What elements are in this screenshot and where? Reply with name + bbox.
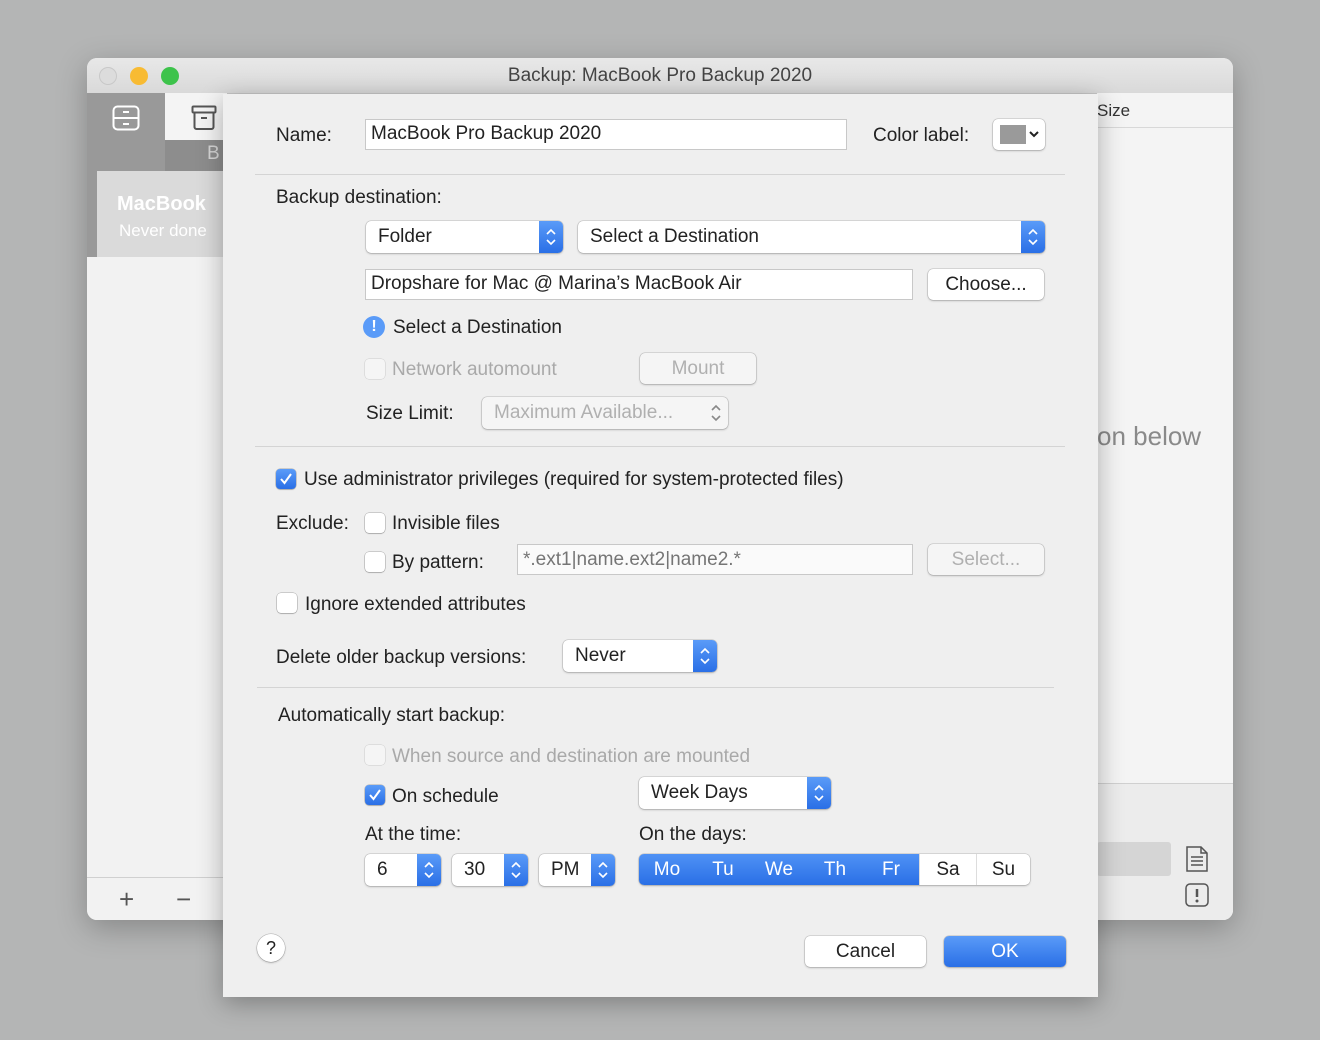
checkmark-icon xyxy=(280,473,292,485)
destination-path-input[interactable]: Dropshare for Mac @ Marina’s MacBook Air xyxy=(365,269,913,300)
admin-privileges-checkbox[interactable] xyxy=(276,469,296,489)
by-pattern-label: By pattern: xyxy=(392,552,484,573)
background-content-pane: Size on below xyxy=(1097,93,1233,920)
updown-arrows-icon xyxy=(1021,221,1045,253)
updown-arrows-icon xyxy=(693,640,717,672)
section-divider xyxy=(257,687,1054,688)
mount-button[interactable]: Mount xyxy=(640,353,756,384)
sidebar-tab-label: B xyxy=(207,143,220,164)
ignore-extended-attributes-checkbox[interactable] xyxy=(277,593,297,613)
destination-type-popup[interactable]: Folder xyxy=(366,221,563,253)
backup-item-status: Never done xyxy=(119,221,207,240)
checkmark-icon xyxy=(369,789,381,801)
backup-name-input[interactable]: MacBook Pro Backup 2020 xyxy=(365,119,847,150)
window-title: Backup: MacBook Pro Backup 2020 xyxy=(507,65,813,86)
on-schedule-checkbox[interactable] xyxy=(365,785,385,805)
minute-stepper[interactable]: 30 xyxy=(452,854,528,886)
minute-value: 30 xyxy=(464,859,486,880)
select-pattern-button[interactable]: Select... xyxy=(928,544,1044,575)
backup-destination-heading: Backup destination: xyxy=(276,187,442,208)
updown-arrows-icon xyxy=(807,777,831,809)
sidebar-tab-backups[interactable] xyxy=(87,93,165,171)
updown-arrows-icon[interactable] xyxy=(417,854,441,886)
network-automount-checkbox[interactable] xyxy=(365,359,385,379)
day-toggle-fr[interactable]: Fr xyxy=(863,854,919,885)
ampm-value: PM xyxy=(551,859,580,880)
delete-older-popup[interactable]: Never xyxy=(563,640,717,672)
destination-warning-text: Select a Destination xyxy=(393,317,562,338)
ampm-stepper[interactable]: PM xyxy=(539,854,615,886)
destination-type-value: Folder xyxy=(378,226,432,247)
by-pattern-checkbox[interactable] xyxy=(365,552,385,572)
color-label-label: Color label: xyxy=(873,125,970,146)
at-time-label: At the time: xyxy=(365,824,462,845)
ok-button[interactable]: OK xyxy=(944,936,1066,967)
choose-button[interactable]: Choose... xyxy=(928,269,1044,300)
day-toggle-mo[interactable]: Mo xyxy=(639,854,695,885)
exclude-label: Exclude: xyxy=(276,513,349,534)
pattern-input[interactable] xyxy=(517,544,913,575)
sidebar: B MacBook Never done + − xyxy=(87,93,227,920)
archive-box-icon xyxy=(191,105,217,130)
size-limit-value: Maximum Available... xyxy=(494,402,674,423)
network-automount-label: Network automount xyxy=(392,359,557,380)
days-segmented-control: Mo Tu We Th Fr Sa Su xyxy=(639,854,1030,885)
invisible-files-label: Invisible files xyxy=(392,513,500,534)
day-toggle-th[interactable]: Th xyxy=(807,854,863,885)
section-divider xyxy=(255,446,1065,447)
updown-arrows-icon[interactable] xyxy=(504,854,528,886)
auto-start-heading: Automatically start backup: xyxy=(278,705,506,726)
on-days-label: On the days: xyxy=(639,824,747,845)
delete-older-value: Never xyxy=(575,645,626,666)
day-toggle-we[interactable]: We xyxy=(751,854,807,885)
sidebar-footer: + − xyxy=(87,877,227,920)
chevron-down-icon xyxy=(1029,131,1039,138)
hour-stepper[interactable]: 6 xyxy=(365,854,441,886)
backup-item-name: MacBook xyxy=(117,193,206,215)
invisible-files-checkbox[interactable] xyxy=(365,513,385,533)
title-bar: Backup: MacBook Pro Backup 2020 xyxy=(87,58,1233,94)
column-header-size[interactable]: Size xyxy=(1097,101,1130,121)
help-button[interactable]: ? xyxy=(257,934,285,962)
schedule-frequency-popup[interactable]: Week Days xyxy=(639,777,831,809)
color-swatch xyxy=(1000,125,1026,144)
empty-placeholder-text: on below xyxy=(1097,421,1202,451)
log-document-icon[interactable] xyxy=(1185,846,1209,872)
size-limit-label: Size Limit: xyxy=(366,403,454,424)
when-mounted-label: When source and destination are mounted xyxy=(392,746,751,767)
cancel-button[interactable]: Cancel xyxy=(805,936,926,967)
backup-settings-sheet: Name: MacBook Pro Backup 2020 Color labe… xyxy=(223,94,1098,997)
updown-arrows-icon[interactable] xyxy=(591,854,615,886)
when-mounted-checkbox[interactable] xyxy=(365,745,385,765)
color-label-popup[interactable] xyxy=(993,119,1045,150)
day-toggle-sa[interactable]: Sa xyxy=(919,854,976,885)
header-divider xyxy=(1097,127,1233,128)
delete-older-label: Delete older backup versions: xyxy=(276,647,527,668)
sidebar-tab-archive[interactable] xyxy=(165,93,227,140)
warning-exclamation-icon: ! xyxy=(363,316,385,338)
sidebar-tabs: B xyxy=(87,93,227,171)
size-limit-popup[interactable]: Maximum Available... xyxy=(482,397,728,429)
updown-arrows-icon xyxy=(704,397,728,429)
hour-value: 6 xyxy=(377,859,388,880)
day-toggle-tu[interactable]: Tu xyxy=(695,854,751,885)
name-label: Name: xyxy=(276,125,332,146)
ignore-extended-attributes-label: Ignore extended attributes xyxy=(305,594,526,615)
section-divider xyxy=(255,174,1065,175)
schedule-frequency-value: Week Days xyxy=(651,782,748,803)
updown-arrows-icon xyxy=(539,221,563,253)
warning-log-icon[interactable] xyxy=(1185,882,1209,908)
destination-select-popup[interactable]: Select a Destination xyxy=(578,221,1045,253)
status-area xyxy=(1097,783,1233,920)
cabinet-icon xyxy=(112,105,140,131)
destination-select-value: Select a Destination xyxy=(590,226,759,247)
backup-list-item[interactable]: MacBook Never done xyxy=(87,171,227,257)
on-schedule-label: On schedule xyxy=(392,786,499,807)
admin-privileges-label: Use administrator privileges (required f… xyxy=(304,469,844,490)
remove-backup-button[interactable]: − xyxy=(176,884,191,915)
day-toggle-su[interactable]: Su xyxy=(976,854,1030,885)
add-backup-button[interactable]: + xyxy=(119,884,134,915)
progress-bar xyxy=(1097,842,1171,876)
